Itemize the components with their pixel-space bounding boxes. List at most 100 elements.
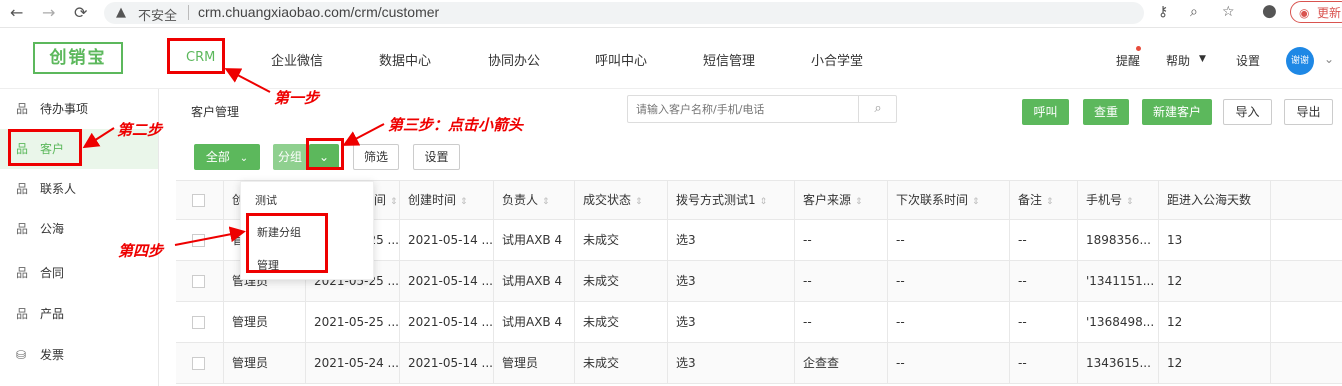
dropdown-item-test[interactable]: 测试 <box>255 192 277 208</box>
export-button[interactable]: 导出 <box>1284 99 1333 125</box>
app-header: 创销宝 CRM 企业微信 数据中心 协同办公 呼叫中心 短信管理 小合学堂 提醒… <box>0 28 1342 89</box>
column-header[interactable]: 拨号方式测试1 ⇕ <box>668 181 795 219</box>
sort-icon: ⇕ <box>542 197 550 207</box>
cell-creator: 管理员 <box>224 302 306 342</box>
select-all-checkbox[interactable] <box>192 194 205 207</box>
all-filter-label: 全部 <box>205 150 230 164</box>
star-icon[interactable]: ☆ <box>1222 4 1235 20</box>
page-title: 客户管理 <box>191 105 240 119</box>
url-text[interactable]: crm.chuangxiaobao.com/crm/customer <box>198 4 439 20</box>
cell-owner: 试用AXB 4 <box>494 302 575 342</box>
cell-days-to-pool: 12 <box>1159 261 1271 301</box>
filter-button[interactable]: 筛选 <box>353 144 399 170</box>
new-customer-button[interactable]: 新建客户 <box>1142 99 1212 125</box>
row-checkbox[interactable] <box>192 234 205 247</box>
search-input[interactable] <box>627 95 897 123</box>
forward-icon[interactable]: → <box>42 3 55 23</box>
sidebar-item-label: 公海 <box>40 222 65 236</box>
row-checkbox[interactable] <box>192 316 205 329</box>
cell-days-to-pool: 13 <box>1159 220 1271 260</box>
sidebar-item-product[interactable]: 品 产品 <box>0 294 158 334</box>
nav-call-center[interactable]: 呼叫中心 <box>595 50 647 69</box>
column-header[interactable]: 下次联系时间 ⇕ <box>888 181 1010 219</box>
sort-icon: ⇕ <box>1046 197 1054 207</box>
annotation-step4: 第四步 <box>118 242 164 260</box>
cell-last-followup: 2021-05-24 ... <box>306 343 400 383</box>
sidebar-item-label: 联系人 <box>40 182 77 196</box>
table-row[interactable]: 管理员 2021-05-25 ... 2021-05-14 ... 试用AXB … <box>176 302 1342 343</box>
cell-owner: 试用AXB 4 <box>494 220 575 260</box>
chevron-down-icon[interactable]: ▼ <box>1199 54 1206 64</box>
nav-collaboration[interactable]: 协同办公 <box>488 50 540 69</box>
chevron-down-icon[interactable]: ⌄ <box>1324 52 1334 66</box>
cell-deal-status: 未成交 <box>575 343 668 383</box>
column-header[interactable]: 备注 ⇕ <box>1010 181 1078 219</box>
help-menu[interactable]: 帮助 <box>1166 52 1190 69</box>
logo[interactable]: 创销宝 <box>33 42 123 74</box>
cell-dial-mode: 选3 <box>668 220 795 260</box>
cell-next-contact: -- <box>888 302 1010 342</box>
sort-icon: ⇕ <box>1126 197 1134 207</box>
remind-link[interactable]: 提醒 <box>1116 52 1140 69</box>
cell-phone: '1341151... <box>1078 261 1159 301</box>
annotation-box-crm <box>167 38 225 74</box>
sidebar-item-invoice[interactable]: ⛁ 发票 <box>0 335 158 375</box>
sort-icon: ⇕ <box>855 197 863 207</box>
cell-created-time: 2021-05-14 ... <box>400 261 494 301</box>
settings-button[interactable]: 设置 <box>413 144 460 170</box>
annotation-step1: 第一步 <box>274 89 320 107</box>
table-row[interactable]: 管理员 2021-05-24 ... 2021-05-14 ... 管理员 未成… <box>176 343 1342 384</box>
row-checkbox[interactable] <box>192 275 205 288</box>
column-header[interactable]: 客户来源 ⇕ <box>795 181 888 219</box>
column-header[interactable]: 成交状态 ⇕ <box>575 181 668 219</box>
update-button[interactable]: ◉ 更新 <box>1290 1 1342 23</box>
zoom-icon[interactable]: ⌕ <box>1190 4 1198 20</box>
cell-phone: 1343615... <box>1078 343 1159 383</box>
database-icon: ⛁ <box>16 348 27 362</box>
column-header[interactable]: 创建时间 ⇕ <box>400 181 494 219</box>
org-icon: 品 <box>16 102 29 116</box>
org-icon: 品 <box>16 222 29 236</box>
browser-bar: ← → ⟳ ▲ 不安全 crm.chuangxiaobao.com/crm/cu… <box>0 0 1342 28</box>
dedupe-button[interactable]: 查重 <box>1083 99 1129 125</box>
search-icon[interactable]: ⌕ <box>858 95 897 123</box>
cell-next-contact: -- <box>888 343 1010 383</box>
cell-remark: -- <box>1010 343 1078 383</box>
cell-last-followup: 2021-05-25 ... <box>306 302 400 342</box>
import-button[interactable]: 导入 <box>1223 99 1272 125</box>
sort-icon: ⇕ <box>390 197 398 207</box>
all-filter-button[interactable]: 全部 ⌄ <box>194 144 260 170</box>
cell-source: -- <box>795 220 888 260</box>
column-header[interactable]: 距进入公海天数 <box>1159 181 1271 219</box>
nav-sms[interactable]: 短信管理 <box>703 50 755 69</box>
cell-deal-status: 未成交 <box>575 302 668 342</box>
sidebar-item-label: 待办事项 <box>40 102 89 116</box>
update-label: 更新 <box>1317 6 1342 20</box>
key-icon[interactable]: ⚷ <box>1158 4 1168 20</box>
reload-icon[interactable]: ⟳ <box>74 3 87 23</box>
address-bar[interactable]: ▲ 不安全 crm.chuangxiaobao.com/crm/customer <box>104 2 1144 24</box>
call-button[interactable]: 呼叫 <box>1022 99 1069 125</box>
sidebar-item-label: 发票 <box>40 348 65 362</box>
nav-data-center[interactable]: 数据中心 <box>379 50 431 69</box>
nav-academy[interactable]: 小合学堂 <box>811 50 863 69</box>
settings-link[interactable]: 设置 <box>1236 52 1260 69</box>
nav-enterprise-wechat[interactable]: 企业微信 <box>271 50 323 69</box>
avatar[interactable]: 谢谢 <box>1286 47 1314 75</box>
annotation-step2: 第二步 <box>117 121 163 139</box>
row-checkbox[interactable] <box>192 357 205 370</box>
group-button[interactable]: 分组 <box>273 144 307 170</box>
sidebar-item-contacts[interactable]: 品 联系人 <box>0 169 158 209</box>
select-all-cell <box>176 181 224 219</box>
column-header[interactable]: 手机号 ⇕ <box>1078 181 1159 219</box>
annotation-box-new-group <box>246 213 328 273</box>
column-header[interactable]: 负责人 ⇕ <box>494 181 575 219</box>
sort-icon: ⇕ <box>759 197 768 207</box>
update-avatar-icon: ◉ <box>1299 6 1310 20</box>
cell-remark: -- <box>1010 302 1078 342</box>
profile-icon[interactable]: ● <box>1262 1 1277 21</box>
sidebar-item-label: 合同 <box>40 266 65 280</box>
cell-created-time: 2021-05-14 ... <box>400 302 494 342</box>
cell-next-contact: -- <box>888 220 1010 260</box>
back-icon[interactable]: ← <box>10 3 23 23</box>
